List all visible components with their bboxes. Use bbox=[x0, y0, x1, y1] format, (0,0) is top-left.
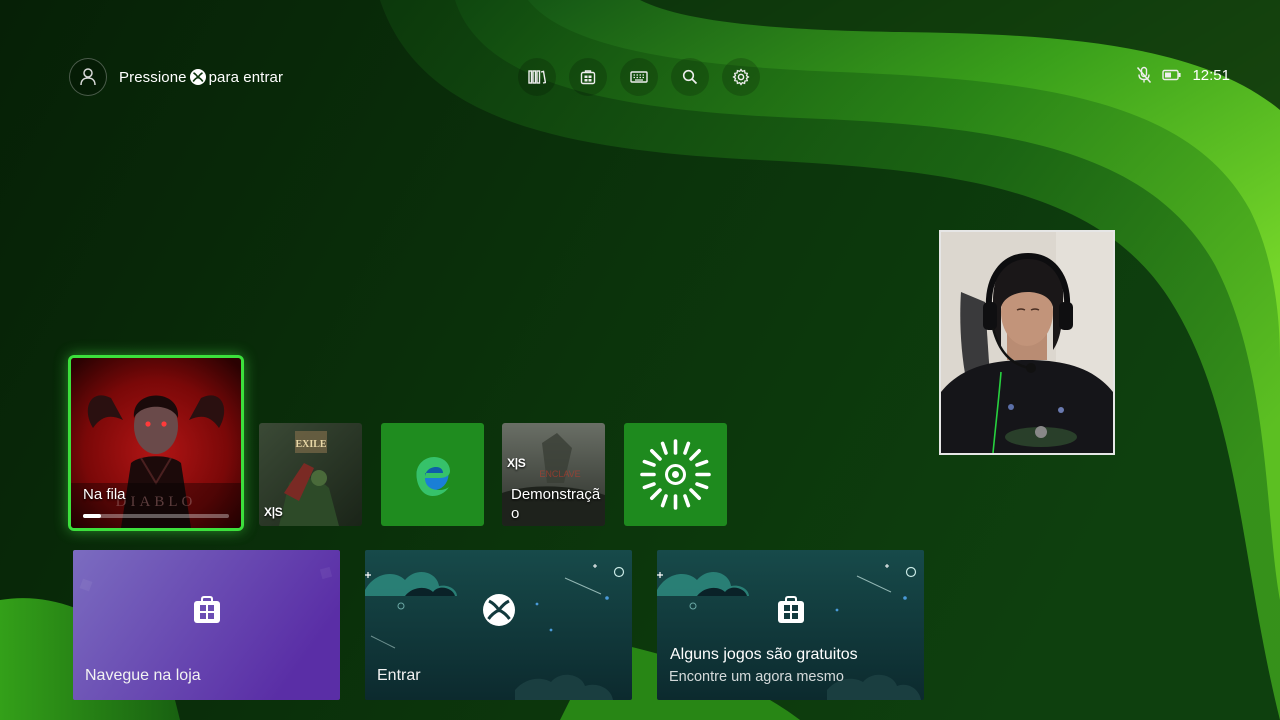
svg-text:ENCLAVE: ENCLAVE bbox=[539, 469, 580, 479]
clock: 12:51 bbox=[1192, 66, 1230, 84]
featured-game-status: Na fila bbox=[83, 486, 126, 503]
xbox-logo-icon bbox=[482, 594, 515, 626]
profile-avatar[interactable] bbox=[69, 58, 107, 96]
settings-icon bbox=[732, 68, 750, 86]
featured-game-tile[interactable]: DIABLO Na fila bbox=[68, 355, 244, 531]
battery-icon bbox=[1162, 69, 1182, 81]
store-bag-icon bbox=[777, 596, 804, 623]
edge-icon bbox=[416, 457, 450, 496]
sign-in-text: Pressione para entrar bbox=[119, 69, 283, 86]
edge-browser-tile[interactable] bbox=[381, 423, 484, 526]
keyboard-button[interactable] bbox=[620, 58, 658, 96]
search-icon bbox=[682, 69, 698, 85]
store-icon bbox=[580, 70, 596, 85]
library-button[interactable] bbox=[518, 58, 556, 96]
streamer-webcam-image bbox=[941, 232, 1113, 453]
download-progress-fill bbox=[83, 514, 101, 518]
demo-game-tile[interactable]: ENCLAVE X|S Demonstração bbox=[502, 423, 605, 526]
app-tile-sunburst[interactable] bbox=[624, 423, 727, 526]
webcam-overlay bbox=[939, 230, 1115, 455]
sign-in-text-before: Pressione bbox=[119, 68, 187, 86]
status-area: 12:51 bbox=[1136, 66, 1230, 84]
svg-text:DIABLO: DIABLO bbox=[116, 494, 197, 510]
sign-in-text-after: para entrar bbox=[208, 68, 284, 86]
free-games-subtitle: Encontre um agora mesmo bbox=[669, 669, 844, 685]
library-icon bbox=[528, 70, 546, 84]
free-games-title: Alguns jogos são gratuitos bbox=[670, 646, 858, 663]
store-button[interactable] bbox=[569, 58, 607, 96]
browse-store-label: Navegue na loja bbox=[85, 667, 201, 684]
browse-store-card[interactable]: Navegue na loja bbox=[73, 550, 340, 700]
demo-label: Demonstração bbox=[511, 486, 601, 522]
mic-muted-icon bbox=[1137, 66, 1152, 83]
settings-button[interactable] bbox=[722, 58, 760, 96]
free-games-card[interactable]: Alguns jogos são gratuitos Encontre um a… bbox=[657, 550, 924, 700]
sign-in-prompt[interactable]: Pressione para entrar bbox=[69, 58, 283, 96]
xbox-button-icon bbox=[189, 69, 206, 85]
sign-in-label: Entrar bbox=[377, 667, 421, 684]
person-icon bbox=[80, 68, 96, 86]
xbox-series-badge: X|S bbox=[507, 456, 526, 470]
search-button[interactable] bbox=[671, 58, 709, 96]
download-progress-bar bbox=[83, 514, 229, 518]
xbox-series-badge: X|S bbox=[264, 505, 283, 519]
svg-text:EXILE: EXILE bbox=[295, 439, 326, 450]
quick-nav-bar bbox=[518, 58, 760, 96]
game-tile-2[interactable]: EXILE X|S bbox=[259, 423, 362, 526]
keyboard-icon bbox=[630, 71, 648, 83]
sunburst-icon bbox=[640, 439, 711, 510]
sign-in-card[interactable]: Entrar bbox=[365, 550, 632, 700]
store-bag-icon bbox=[193, 596, 220, 623]
